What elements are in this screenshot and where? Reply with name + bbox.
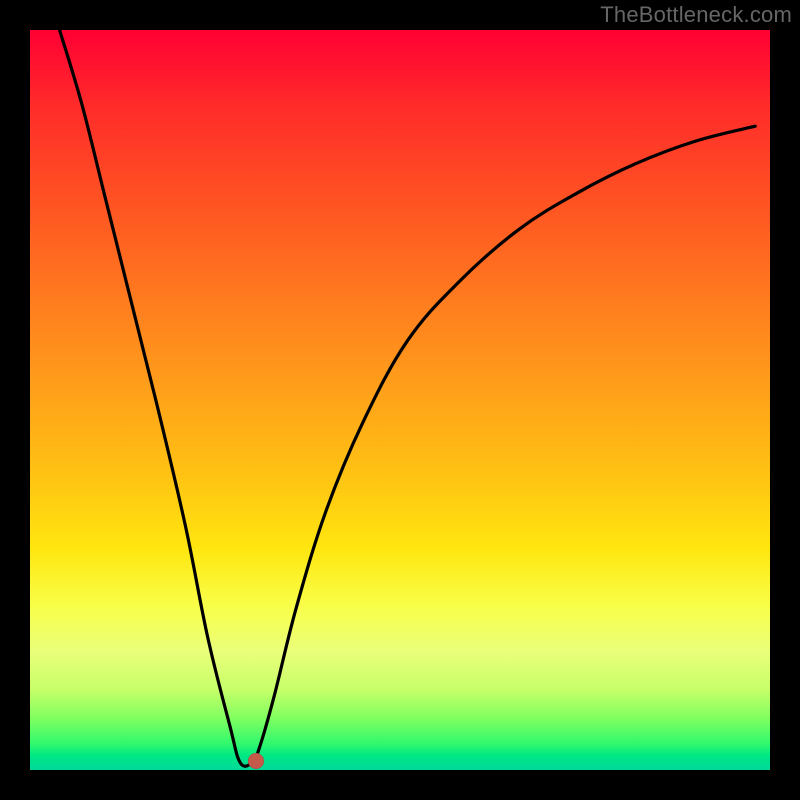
bottleneck-curve [30,30,770,770]
chart-frame: TheBottleneck.com [0,0,800,800]
curve-path [60,30,756,766]
watermark-text: TheBottleneck.com [600,2,792,28]
plot-area [30,30,770,770]
optimal-point-marker [248,753,264,769]
